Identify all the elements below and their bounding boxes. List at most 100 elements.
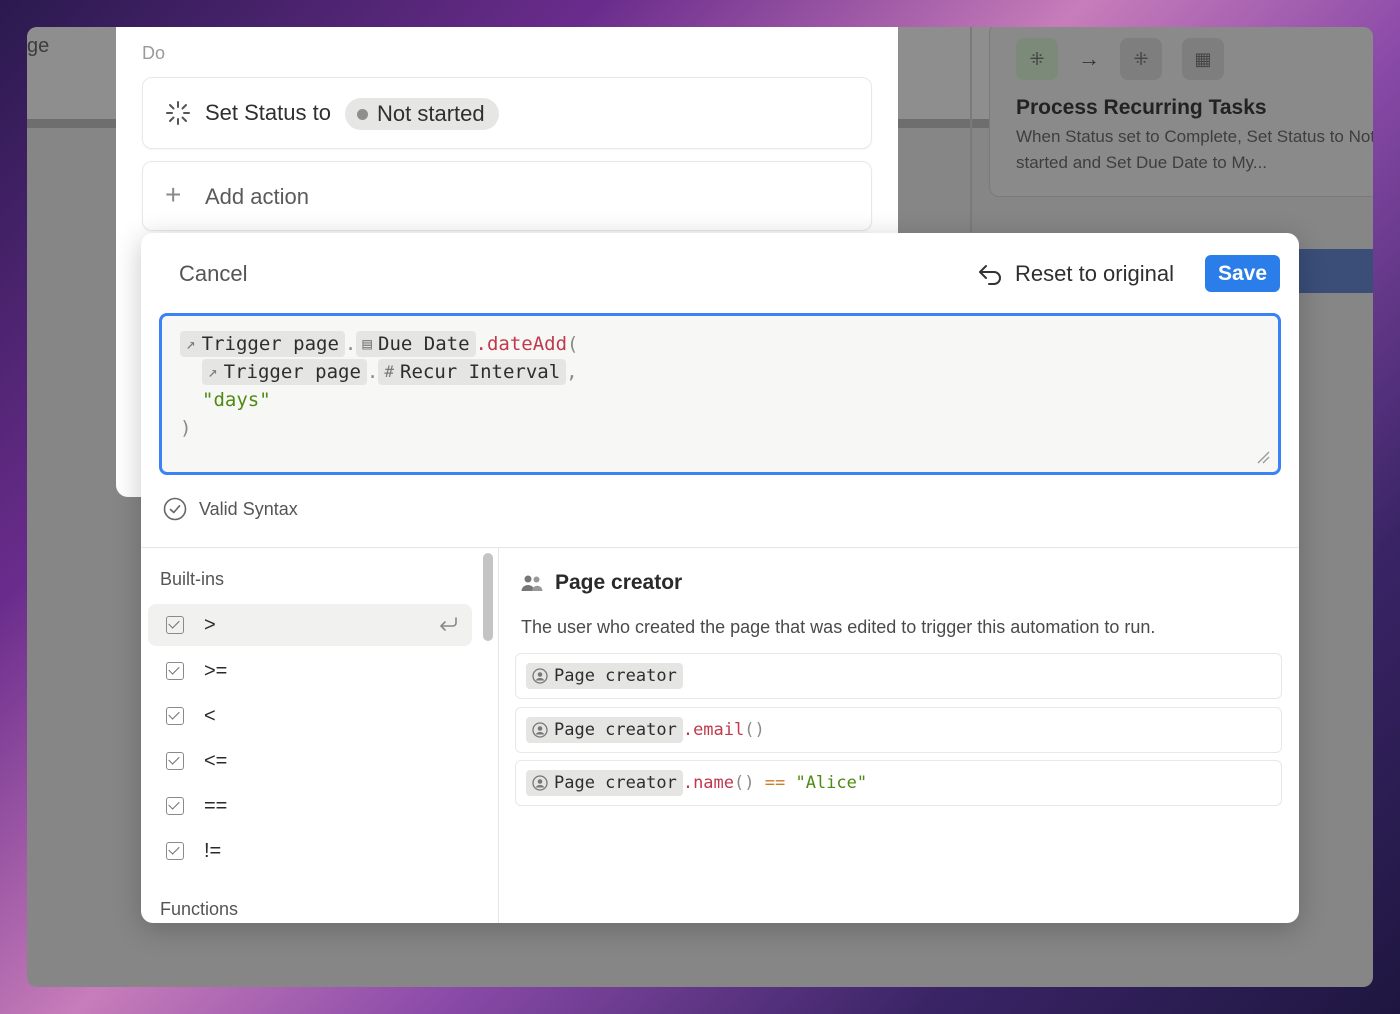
example-row[interactable]: Page creator xyxy=(515,653,1282,699)
paren-token: () xyxy=(734,773,755,793)
property-chip[interactable]: # Recur Interval xyxy=(378,359,567,385)
people-icon xyxy=(521,575,543,591)
chip-label: Page creator xyxy=(554,666,677,686)
comma-token: , xyxy=(566,361,578,383)
paren-token: ) xyxy=(180,417,192,439)
chip-label: Recur Interval xyxy=(400,361,561,383)
builtin-label: > xyxy=(204,613,216,636)
automation-card[interactable]: ⁜ → ⁜ ▦ Process Recurring Tasks When Sta… xyxy=(989,27,1373,197)
window-left-text: ge xyxy=(27,35,50,57)
panel-divider xyxy=(970,27,972,232)
undo-arrow-icon xyxy=(979,265,1001,285)
status-option-pill[interactable]: Not started xyxy=(345,98,499,130)
set-status-action[interactable]: Set Status to Not started xyxy=(142,77,872,149)
property-chip: Page creator xyxy=(526,770,683,796)
detail-title: Page creator xyxy=(521,571,682,595)
property-chip[interactable]: ↗ Trigger page xyxy=(180,331,345,357)
property-chip: Page creator xyxy=(526,717,683,743)
automation-description: When Status set to Complete, Set Status … xyxy=(1016,127,1373,172)
checkbox-icon xyxy=(166,662,184,680)
checkbox-icon xyxy=(166,797,184,815)
function-token: .name xyxy=(682,773,735,793)
save-button[interactable]: Save xyxy=(1205,255,1280,292)
code-line-2: ↗ Trigger page . # Recur Interval , xyxy=(180,358,1260,386)
person-icon xyxy=(532,775,548,791)
person-icon xyxy=(532,722,548,738)
person-icon xyxy=(532,668,548,684)
function-token: .email xyxy=(682,720,745,740)
builtin-label: == xyxy=(204,794,228,817)
formula-input[interactable]: ↗ Trigger page . ▤ Due Date .dateAdd ( ↗ Tr… xyxy=(159,313,1281,475)
paren-token: ( xyxy=(567,333,579,355)
code-line-3: "days" xyxy=(180,386,1260,414)
background-button xyxy=(1297,249,1373,293)
do-label: Do xyxy=(142,43,166,63)
function-token: .dateAdd xyxy=(475,333,568,355)
reset-to-original-button[interactable]: Reset to original xyxy=(977,261,1174,287)
dot-token: . xyxy=(344,333,357,355)
property-chip[interactable]: ▤ Due Date xyxy=(356,331,476,357)
plus-icon: + xyxy=(165,179,182,210)
chip-label: Page creator xyxy=(554,720,677,740)
code-line-4: ) xyxy=(180,414,1260,442)
property-chip[interactable]: ↗ Trigger page xyxy=(202,359,367,385)
horizontal-divider xyxy=(141,547,1299,548)
string-token: "days" xyxy=(202,389,271,411)
code-line-1: ↗ Trigger page . ▤ Due Date .dateAdd ( xyxy=(180,330,1260,358)
automation-title: Process Recurring Tasks xyxy=(1016,96,1267,119)
hash-icon: # xyxy=(384,362,395,381)
syntax-status-label: Valid Syntax xyxy=(199,498,298,519)
builtins-heading: Built-ins xyxy=(160,569,225,589)
calendar-icon: ▤ xyxy=(362,334,373,353)
enter-key-icon xyxy=(440,617,457,631)
functions-heading: Functions xyxy=(160,899,239,919)
builtin-item[interactable]: < xyxy=(148,695,472,737)
example-row[interactable]: Page creator .email () xyxy=(515,707,1282,753)
spinner-icon: ⁜ xyxy=(1120,38,1162,80)
formula-editor-modal: Cancel Reset to original Save ↗ Trigger p… xyxy=(141,233,1299,923)
checkbox-icon xyxy=(166,707,184,725)
automation-flow-icons: ⁜ → ⁜ ▦ xyxy=(1016,38,1224,80)
list-scrollbar[interactable] xyxy=(483,553,493,641)
spinner-icon: ⁜ xyxy=(1016,38,1058,80)
checkbox-icon xyxy=(166,752,184,770)
arrow-up-right-icon: ↗ xyxy=(208,362,218,381)
vertical-divider xyxy=(498,548,499,923)
string-token: "Alice" xyxy=(795,773,868,793)
chip-label: Page creator xyxy=(554,773,677,793)
example-row[interactable]: Page creator .name () == "Alice" xyxy=(515,760,1282,806)
checkbox-icon xyxy=(166,842,184,860)
detail-title-label: Page creator xyxy=(555,571,683,594)
builtin-item[interactable]: > xyxy=(148,604,472,646)
builtin-item[interactable]: != xyxy=(148,830,472,872)
arrow-up-right-icon: ↗ xyxy=(186,334,196,353)
builtin-label: < xyxy=(204,704,216,727)
detail-description: The user who created the page that was e… xyxy=(521,617,1156,637)
cancel-button[interactable]: Cancel xyxy=(179,261,247,287)
operator-token: == xyxy=(754,773,796,793)
arrow-right-icon: → xyxy=(1078,46,1100,71)
add-action-button[interactable]: + Add action xyxy=(142,161,872,231)
add-action-label: Add action xyxy=(205,184,309,209)
chip-label: Trigger page xyxy=(201,333,339,355)
spinner-icon xyxy=(166,101,190,125)
resize-grip-icon[interactable] xyxy=(1256,450,1270,464)
chip-label: Trigger page xyxy=(223,361,361,383)
status-dot-icon xyxy=(357,109,368,120)
builtin-item[interactable]: <= xyxy=(148,740,472,782)
checkbox-icon xyxy=(166,616,184,634)
chip-label: Due Date xyxy=(378,333,470,355)
builtin-label: <= xyxy=(204,749,228,772)
set-status-label: Set Status to xyxy=(205,100,331,125)
status-value: Not started xyxy=(377,101,485,126)
dot-token: . xyxy=(366,361,379,383)
reset-label: Reset to original xyxy=(1015,261,1174,286)
check-circle-icon xyxy=(163,497,187,521)
calendar-icon: ▦ xyxy=(1182,38,1224,80)
paren-token: () xyxy=(744,720,765,740)
builtin-item[interactable]: == xyxy=(148,785,472,827)
builtin-label: >= xyxy=(204,659,228,682)
builtin-label: != xyxy=(204,839,222,862)
builtin-item[interactable]: >= xyxy=(148,650,472,692)
property-chip: Page creator xyxy=(526,663,683,689)
